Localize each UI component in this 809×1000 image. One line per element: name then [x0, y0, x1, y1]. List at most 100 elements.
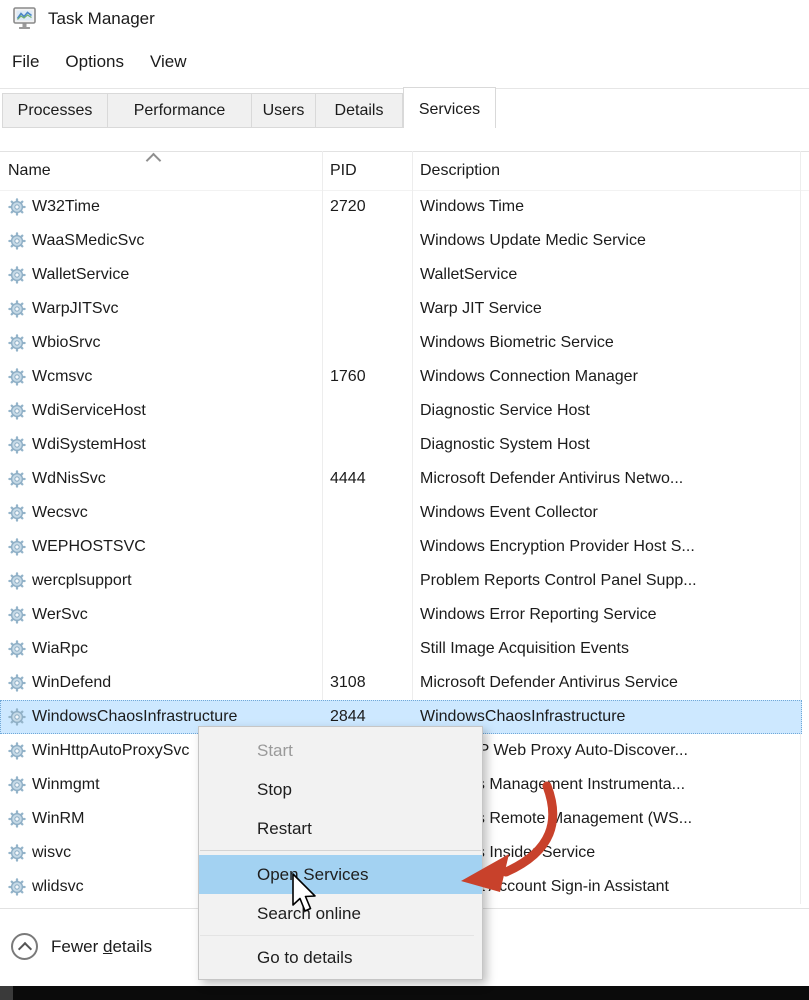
gear-icon [8, 198, 26, 216]
chevron-up-circle-icon [11, 933, 38, 960]
titlebar: Task Manager [12, 6, 155, 32]
gear-icon [8, 300, 26, 318]
table-row[interactable]: WinDefend 3108 Microsoft Defender Antivi… [0, 666, 802, 700]
gear-icon [8, 844, 26, 862]
menubar-item-view[interactable]: View [150, 52, 187, 72]
service-name: Wcmsvc [32, 360, 92, 394]
table-row[interactable]: Wcmsvc 1760 Windows Connection Manager [0, 360, 802, 394]
fewer-details-label: Fewer details [51, 937, 152, 957]
gear-icon [8, 674, 26, 692]
table-row[interactable]: WdiSystemHost Diagnostic System Host [0, 428, 802, 462]
service-description: WalletService [420, 258, 805, 292]
gear-icon [8, 232, 26, 250]
column-header-name[interactable]: Name [8, 162, 51, 180]
menu-item-start: Start [199, 731, 482, 770]
menu-item-go-to-details[interactable]: Go to details [199, 938, 482, 977]
table-row[interactable]: WaaSMedicSvc Windows Update Medic Servic… [0, 224, 802, 258]
service-name: WbioSrvc [32, 326, 100, 360]
menu-item-open-services[interactable]: Open Services [199, 855, 482, 894]
table-row[interactable]: WdNisSvc 4444 Microsoft Defender Antivir… [0, 462, 802, 496]
sort-ascending-icon [146, 153, 162, 169]
service-name: Wecsvc [32, 496, 88, 530]
table-row[interactable]: WiaRpc Still Image Acquisition Events [0, 632, 802, 666]
table-row[interactable]: WbioSrvc Windows Biometric Service [0, 326, 802, 360]
service-pid: 1760 [330, 360, 366, 394]
service-description: Problem Reports Control Panel Supp... [420, 564, 805, 598]
service-description: Windows Update Medic Service [420, 224, 805, 258]
service-description: Diagnostic Service Host [420, 394, 805, 428]
service-name: WinRM [32, 802, 84, 836]
service-name: WaaSMedicSvc [32, 224, 144, 258]
service-description: Windows Event Collector [420, 496, 805, 530]
table-row[interactable]: WerSvc Windows Error Reporting Service [0, 598, 802, 632]
service-name: WinDefend [32, 666, 111, 700]
table-row[interactable]: WdiServiceHost Diagnostic Service Host [0, 394, 802, 428]
menubar-item-options[interactable]: Options [65, 52, 124, 72]
service-description: Warp JIT Service [420, 292, 805, 326]
menu-item-search-online[interactable]: Search online [199, 894, 482, 933]
table-row[interactable]: WEPHOSTSVC Windows Encryption Provider H… [0, 530, 802, 564]
service-description: Windows Time [420, 190, 805, 224]
task-manager-app-icon [12, 6, 38, 32]
service-name: WalletService [32, 258, 129, 292]
table-row[interactable]: WarpJITSvc Warp JIT Service [0, 292, 802, 326]
service-name: wercplsupport [32, 564, 132, 598]
service-description: Windows Biometric Service [420, 326, 805, 360]
service-description: Microsoft Defender Antivirus Netwo... [420, 462, 805, 496]
column-header-description[interactable]: Description [420, 162, 500, 180]
service-name: wlidsvc [32, 870, 84, 904]
service-name: wisvc [32, 836, 71, 870]
tab-services[interactable]: Services [403, 87, 496, 128]
task-manager-window: Task Manager File Options View ProcessesPe… [0, 0, 809, 1000]
column-header-pid[interactable]: PID [330, 162, 357, 180]
service-name: WdNisSvc [32, 462, 106, 496]
service-pid: 4444 [330, 462, 366, 496]
service-description: Windows Error Reporting Service [420, 598, 805, 632]
bottom-black-bar [0, 986, 809, 1000]
service-name: WEPHOSTSVC [32, 530, 146, 564]
service-name: WarpJITSvc [32, 292, 119, 326]
gear-icon [8, 878, 26, 896]
gear-icon [8, 572, 26, 590]
service-name: W32Time [32, 190, 100, 224]
service-description: Windows Encryption Provider Host S... [420, 530, 805, 564]
tab-details[interactable]: Details [316, 93, 403, 128]
service-pid: 3108 [330, 666, 366, 700]
gear-icon [8, 640, 26, 658]
gear-icon [8, 776, 26, 794]
gear-icon [8, 810, 26, 828]
bottom-bar-notch [0, 986, 13, 1000]
service-description: Diagnostic System Host [420, 428, 805, 462]
menu-item-restart[interactable]: Restart [199, 809, 482, 848]
gear-icon [8, 266, 26, 284]
gear-icon [8, 436, 26, 454]
menu-item-stop[interactable]: Stop [199, 770, 482, 809]
fewer-details-button[interactable]: Fewer details [11, 933, 152, 960]
service-description: Windows Connection Manager [420, 360, 805, 394]
tab-performance[interactable]: Performance [108, 93, 252, 128]
tabstrip: ProcessesPerformanceUsersDetailsServices [2, 87, 496, 128]
service-name: WinHttpAutoProxySvc [32, 734, 189, 768]
gear-icon [8, 470, 26, 488]
service-description: Still Image Acquisition Events [420, 632, 805, 666]
service-name: WdiSystemHost [32, 428, 146, 462]
gear-icon [8, 504, 26, 522]
service-description: Microsoft Defender Antivirus Service [420, 666, 805, 700]
menubar-item-file[interactable]: File [12, 52, 39, 72]
service-pid: 2720 [330, 190, 366, 224]
service-name: WiaRpc [32, 632, 88, 666]
table-header: Name PID Description [0, 152, 809, 191]
gear-icon [8, 402, 26, 420]
gear-icon [8, 606, 26, 624]
table-row[interactable]: WalletService WalletService [0, 258, 802, 292]
window-title: Task Manager [48, 9, 155, 29]
service-name: WerSvc [32, 598, 88, 632]
tab-processes[interactable]: Processes [2, 93, 108, 128]
tab-users[interactable]: Users [252, 93, 316, 128]
table-row[interactable]: wercplsupport Problem Reports Control Pa… [0, 564, 802, 598]
menubar: File Options View [12, 52, 187, 72]
table-row[interactable]: W32Time 2720 Windows Time [0, 190, 802, 224]
gear-icon [8, 334, 26, 352]
table-row[interactable]: Wecsvc Windows Event Collector [0, 496, 802, 530]
menu-separator [200, 935, 474, 936]
